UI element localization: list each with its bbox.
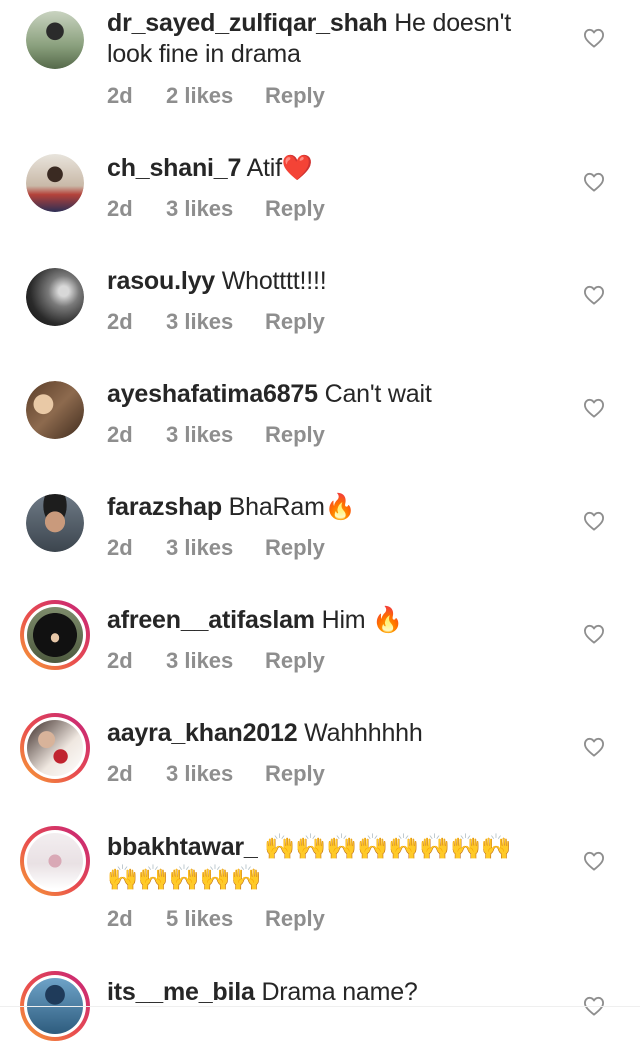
avatar[interactable] (26, 268, 84, 326)
heart-outline-icon[interactable] (583, 851, 605, 871)
comment-meta: 2d 3 likes Reply (107, 760, 325, 788)
comment-username[interactable]: ayeshafatima6875 (107, 380, 318, 408)
comment-likes[interactable]: 2 likes (166, 82, 265, 110)
comment-time: 2d (107, 196, 133, 221)
avatar-image (26, 11, 84, 69)
comment-likes[interactable]: 5 likes (166, 905, 265, 933)
comment-username[interactable]: aayra_khan2012 (107, 719, 298, 747)
avatar-image (26, 381, 84, 439)
comment-meta: 2d 3 likes Reply (107, 308, 325, 336)
heart-outline-icon[interactable] (583, 624, 605, 644)
comment-text: afreen__atifaslam Him 🔥 (107, 605, 537, 636)
story-ring-avatar[interactable] (20, 713, 90, 783)
avatar-image (27, 607, 83, 663)
comment-body: Atif❤️ (246, 154, 313, 182)
heart-outline-icon[interactable] (583, 398, 605, 418)
comment-time: 2d (107, 648, 133, 673)
comment-body: Whotttt!!!! (221, 267, 327, 295)
heart-outline-icon[interactable] (583, 285, 605, 305)
comments-list: dr_sayed_zulfiqar_shah He doesn't look f… (0, 0, 640, 1041)
comment-likes[interactable]: 3 likes (166, 534, 265, 562)
heart-outline-icon[interactable] (583, 28, 605, 48)
comment-username[interactable]: rasou.lyy (107, 267, 215, 295)
comment-text: ayeshafatima6875 Can't wait (107, 379, 537, 410)
comment-body: Wahhhhhh (304, 719, 423, 747)
comment-meta: 2d 3 likes Reply (107, 421, 325, 449)
comment-body: BhaRam🔥 (228, 493, 356, 521)
comment-time: 2d (107, 309, 133, 334)
comment-username[interactable]: dr_sayed_zulfiqar_shah (107, 9, 388, 37)
reply-button[interactable]: Reply (265, 308, 325, 336)
comment-body: Can't wait (324, 380, 432, 408)
comment-meta: 2d 3 likes Reply (107, 647, 325, 675)
reply-button[interactable]: Reply (265, 905, 325, 933)
comment-username[interactable]: its__me_bila (107, 978, 255, 1006)
avatar-image (26, 154, 84, 212)
avatar-image (26, 268, 84, 326)
avatar-image (27, 833, 83, 889)
comment-text: dr_sayed_zulfiqar_shah He doesn't look f… (107, 8, 537, 70)
comment-meta: 2d 3 likes Reply (107, 534, 325, 562)
comment-time: 2d (107, 422, 133, 447)
comment-body: Him 🔥 (321, 606, 404, 634)
comment-text: rasou.lyy Whotttt!!!! (107, 266, 537, 297)
reply-button[interactable]: Reply (265, 647, 325, 675)
heart-outline-icon[interactable] (583, 737, 605, 757)
story-ring-avatar[interactable] (20, 600, 90, 670)
avatar[interactable] (26, 494, 84, 552)
comment-likes[interactable]: 3 likes (166, 647, 265, 675)
comment-text: bbakhtawar_ 🙌🙌🙌🙌🙌🙌🙌🙌🙌🙌🙌🙌🙌 (107, 832, 537, 894)
comment-time: 2d (107, 906, 133, 931)
comment-meta: 2d 2 likes Reply (107, 82, 325, 110)
comment-text: its__me_bila Drama name? (107, 977, 537, 1008)
avatar[interactable] (26, 154, 84, 212)
reply-button[interactable]: Reply (265, 421, 325, 449)
heart-outline-icon[interactable] (583, 172, 605, 192)
comment-time: 2d (107, 761, 133, 786)
avatar[interactable] (26, 381, 84, 439)
comment-likes[interactable]: 3 likes (166, 308, 265, 336)
reply-button[interactable]: Reply (265, 760, 325, 788)
heart-outline-icon[interactable] (583, 511, 605, 531)
avatar-image (27, 720, 83, 776)
avatar[interactable] (26, 11, 84, 69)
comment-username[interactable]: bbakhtawar_ (107, 833, 258, 861)
reply-button[interactable]: Reply (265, 534, 325, 562)
comment-time: 2d (107, 83, 133, 108)
avatar-image (26, 494, 84, 552)
comment-username[interactable]: ch_shani_7 (107, 154, 241, 182)
comment-body: Drama name? (261, 978, 418, 1006)
reply-button[interactable]: Reply (265, 195, 325, 223)
comment-text: farazshap BhaRam🔥 (107, 492, 537, 523)
story-ring-avatar[interactable] (20, 826, 90, 896)
bottom-divider (0, 1006, 640, 1007)
comment-username[interactable]: farazshap (107, 493, 222, 521)
comment-likes[interactable]: 3 likes (166, 421, 265, 449)
comment-likes[interactable]: 3 likes (166, 760, 265, 788)
reply-button[interactable]: Reply (265, 82, 325, 110)
comment-username[interactable]: afreen__atifaslam (107, 606, 315, 634)
comment-time: 2d (107, 535, 133, 560)
comment-likes[interactable]: 3 likes (166, 195, 265, 223)
comment-meta: 2d 5 likes Reply (107, 905, 325, 933)
comment-text: ch_shani_7 Atif❤️ (107, 153, 537, 184)
comment-meta: 2d 3 likes Reply (107, 195, 325, 223)
comment-text: aayra_khan2012 Wahhhhhh (107, 718, 537, 749)
